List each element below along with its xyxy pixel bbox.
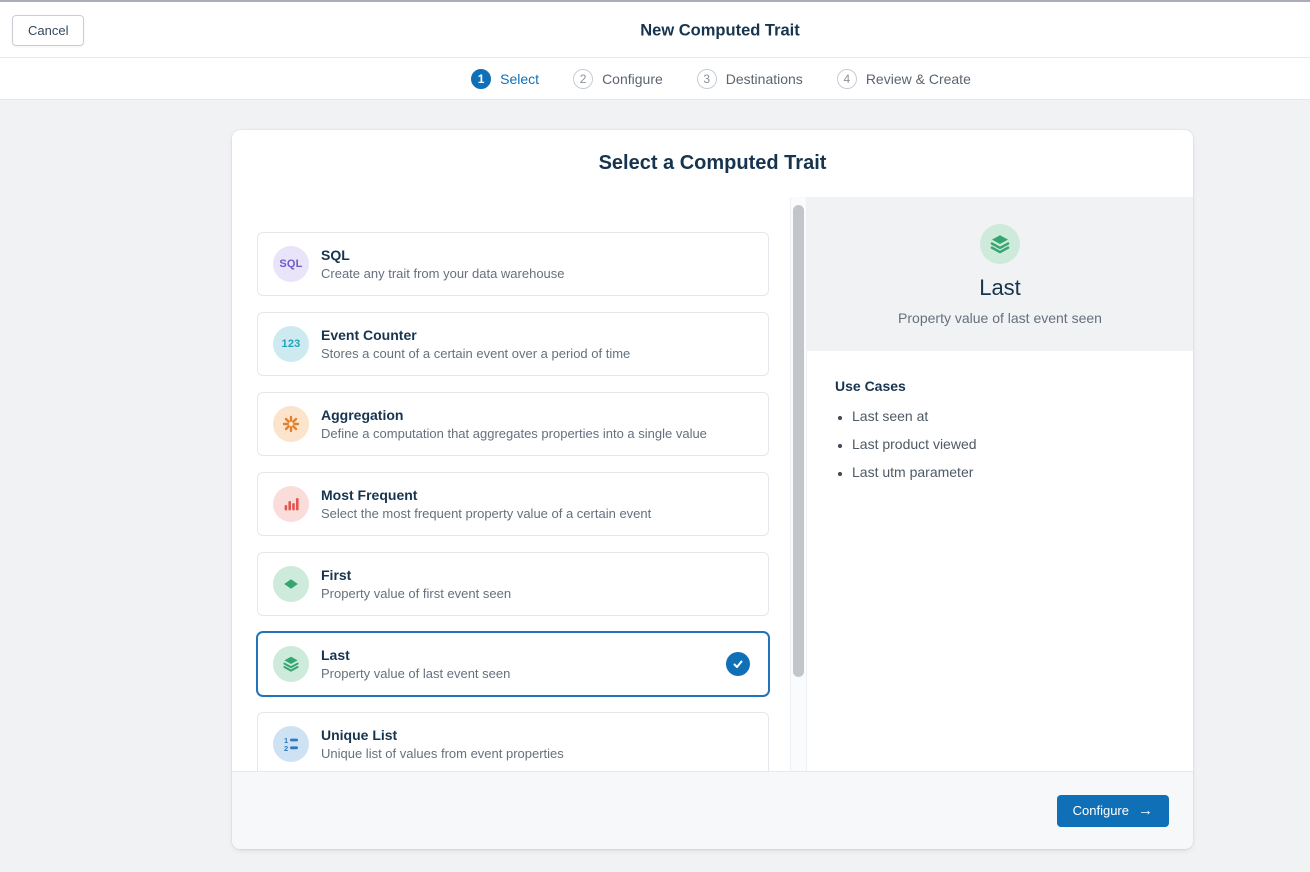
trait-description: Select the most frequent property value …	[321, 506, 651, 521]
trait-text: Most Frequent Select the most frequent p…	[321, 487, 651, 521]
steps-group: 1 Select 2 Configure 3 Destinations 4 Re…	[471, 69, 971, 89]
page-title: New Computed Trait	[640, 21, 800, 40]
arrow-right-icon: →	[1138, 803, 1153, 818]
cancel-button[interactable]: Cancel	[12, 15, 84, 46]
trait-description: Define a computation that aggregates pro…	[321, 426, 707, 441]
step-4-circle: 4	[837, 69, 857, 89]
card-footer: Configure →	[232, 771, 1193, 849]
step-review-create[interactable]: 4 Review & Create	[837, 69, 971, 89]
sql-badge-icon: SQL	[273, 246, 309, 282]
use-case-item: Last seen at	[852, 408, 1165, 424]
step-2-circle: 2	[573, 69, 593, 89]
use-case-item: Last product viewed	[852, 436, 1165, 452]
counter-123-icon: 123	[273, 326, 309, 362]
list-scrollbar-track[interactable]	[790, 197, 807, 771]
step-1-label: Select	[500, 71, 539, 87]
counter-icon-text: 123	[282, 338, 301, 350]
configure-button-label: Configure	[1073, 803, 1129, 818]
trait-description: Create any trait from your data warehous…	[321, 266, 565, 281]
trait-text: SQL Create any trait from your data ware…	[321, 247, 565, 281]
trait-name: Aggregation	[321, 407, 707, 423]
trait-name: Most Frequent	[321, 487, 651, 503]
card-header: Select a Computed Trait	[232, 130, 1193, 197]
selected-check-icon	[726, 652, 750, 676]
trait-name: Event Counter	[321, 327, 630, 343]
trait-text: First Property value of first event seen	[321, 567, 511, 601]
trait-name: SQL	[321, 247, 565, 263]
step-2-label: Configure	[602, 71, 663, 87]
use-cases-heading: Use Cases	[835, 378, 1165, 394]
detail-body: Use Cases Last seen at Last product view…	[807, 351, 1193, 519]
detail-header: Last Property value of last event seen	[807, 197, 1193, 351]
trait-text: Aggregation Define a computation that ag…	[321, 407, 707, 441]
sql-icon-text: SQL	[279, 258, 302, 270]
configure-button[interactable]: Configure →	[1057, 795, 1169, 827]
trait-name: Last	[321, 647, 510, 663]
trait-item-unique-list[interactable]: 1 2 Unique List Unique list of values fr…	[257, 712, 769, 771]
use-case-item: Last utm parameter	[852, 464, 1165, 480]
select-trait-card: Select a Computed Trait SQL SQL Create a…	[232, 130, 1193, 849]
layers-icon	[980, 224, 1020, 264]
top-bar: Cancel New Computed Trait	[0, 0, 1310, 58]
trait-item-aggregation[interactable]: Aggregation Define a computation that ag…	[257, 392, 769, 456]
step-3-circle: 3	[697, 69, 717, 89]
step-3-label: Destinations	[726, 71, 803, 87]
trait-text: Last Property value of last event seen	[321, 647, 510, 681]
diamond-icon	[273, 566, 309, 602]
trait-list: SQL SQL Create any trait from your data …	[232, 197, 790, 771]
trait-text: Event Counter Stores a count of a certai…	[321, 327, 630, 361]
trait-item-first[interactable]: First Property value of first event seen	[257, 552, 769, 616]
trait-item-last[interactable]: Last Property value of last event seen	[257, 632, 769, 696]
bar-chart-icon	[273, 486, 309, 522]
trait-description: Unique list of values from event propert…	[321, 746, 564, 761]
step-destinations[interactable]: 3 Destinations	[697, 69, 803, 89]
trait-detail-panel: Last Property value of last event seen U…	[807, 197, 1193, 771]
step-4-label: Review & Create	[866, 71, 971, 87]
card-body: SQL SQL Create any trait from your data …	[232, 197, 1193, 771]
use-cases-list: Last seen at Last product viewed Last ut…	[835, 408, 1165, 480]
layers-icon	[273, 646, 309, 682]
trait-description: Property value of first event seen	[321, 586, 511, 601]
detail-title: Last	[979, 275, 1021, 301]
card-title: Select a Computed Trait	[599, 152, 827, 175]
detail-description: Property value of last event seen	[898, 310, 1102, 326]
trait-text: Unique List Unique list of values from e…	[321, 727, 564, 761]
trait-item-event-counter[interactable]: 123 Event Counter Stores a count of a ce…	[257, 312, 769, 376]
trait-description: Stores a count of a certain event over a…	[321, 346, 630, 361]
list-scrollbar-thumb[interactable]	[793, 205, 804, 677]
trait-description: Property value of last event seen	[321, 666, 510, 681]
step-1-circle: 1	[471, 69, 491, 89]
numbered-list-icon: 1 2	[273, 726, 309, 762]
step-select[interactable]: 1 Select	[471, 69, 539, 89]
trait-item-sql[interactable]: SQL SQL Create any trait from your data …	[257, 232, 769, 296]
trait-name: First	[321, 567, 511, 583]
trait-item-most-frequent[interactable]: Most Frequent Select the most frequent p…	[257, 472, 769, 536]
trait-name: Unique List	[321, 727, 564, 743]
svg-text:2: 2	[284, 744, 288, 753]
step-configure[interactable]: 2 Configure	[573, 69, 663, 89]
wizard-stepper: 1 Select 2 Configure 3 Destinations 4 Re…	[0, 58, 1310, 100]
aggregation-asterisk-icon	[273, 406, 309, 442]
